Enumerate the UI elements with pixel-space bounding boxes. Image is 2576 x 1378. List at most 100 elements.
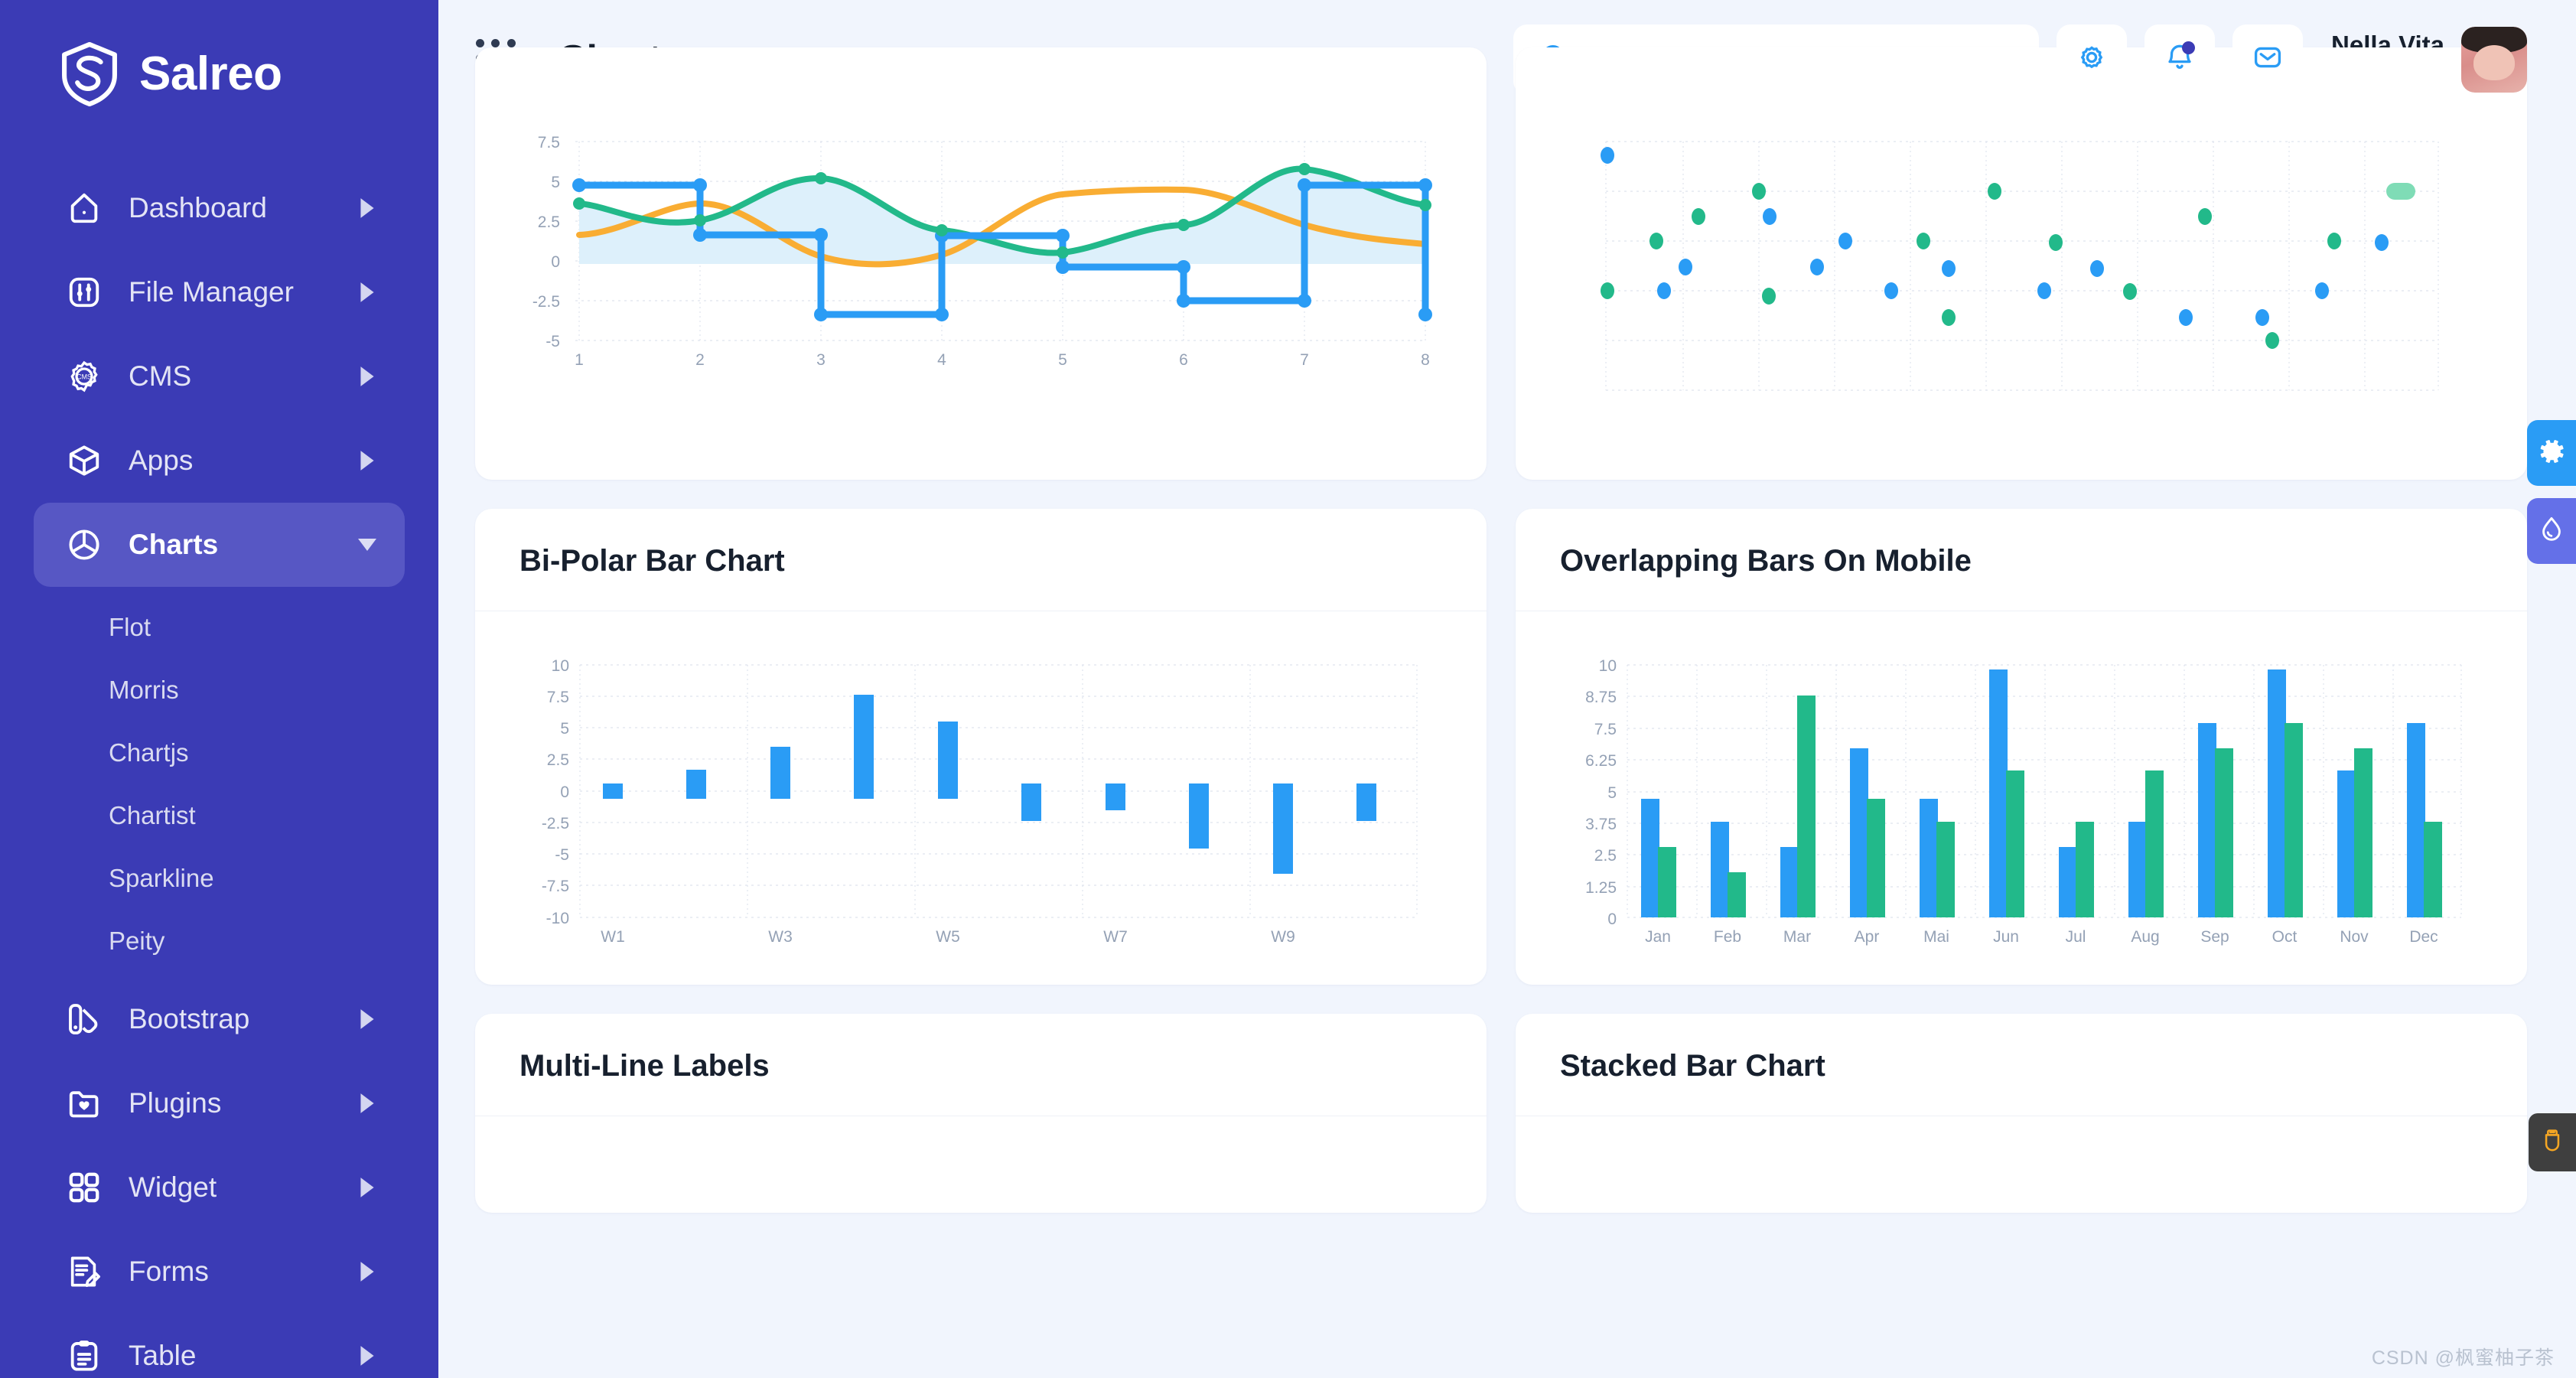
sidebar-item-file-manager[interactable]: File Manager (34, 250, 405, 334)
svg-text:8.75: 8.75 (1585, 689, 1617, 706)
sidebar-item-plugins[interactable]: Plugins (34, 1061, 405, 1145)
chart-wheel-icon (64, 525, 104, 565)
shield-s-logo-icon (60, 41, 119, 107)
submenu-item-chartjs[interactable]: Chartjs (0, 722, 438, 784)
submenu-item-chartist[interactable]: Chartist (0, 784, 438, 847)
sidebar-item-cms[interactable]: CMS CMS (34, 334, 405, 419)
bipolar-chart-body: 10 7.5 5 2.5 0 -2.5 -5 -7.5 -10 W1 W3 W5… (475, 611, 1487, 985)
svg-text:2.5: 2.5 (1594, 847, 1617, 865)
settings-fab[interactable] (2527, 420, 2576, 486)
form-pencil-icon (64, 1252, 104, 1292)
svg-text:-5: -5 (555, 846, 569, 864)
palette-icon (64, 999, 104, 1039)
svg-text:Jul: Jul (2066, 928, 2086, 946)
watermark: CSDN @枫蜜柚子茶 (2371, 1347, 2555, 1369)
svg-text:Apr: Apr (1855, 928, 1880, 946)
bipolar-bar-chart[interactable]: 10 7.5 5 2.5 0 -2.5 -5 -7.5 -10 W1 W3 W5… (506, 637, 1456, 959)
overlapping-chart-body: 10 8.75 7.5 6.25 5 3.75 2.5 1.25 0 Jan F… (1516, 611, 2527, 985)
line-step-chart[interactable]: 7.5 5 2.5 0 -2.5 -5 1 2 3 4 5 6 7 8 (506, 119, 1456, 478)
multiline-card-head: Multi-Line Labels (475, 1014, 1487, 1116)
messages-button[interactable] (2232, 24, 2304, 95)
svg-text:7: 7 (1300, 351, 1309, 369)
sidebar-item-table[interactable]: Table (34, 1314, 405, 1378)
chevron-right-icon (357, 365, 377, 388)
scatter-chart[interactable] (1546, 119, 2496, 478)
submenu-item-flot[interactable]: Flot (0, 596, 438, 659)
chevron-right-icon (357, 1092, 377, 1115)
card-title: Multi-Line Labels (519, 1049, 770, 1083)
app-root: Salreo Dashboard File Manager CMS CMS Ap… (0, 0, 2576, 1378)
stacked-card-head: Stacked Bar Chart (1516, 1014, 2527, 1116)
brand-name: Salreo (139, 47, 282, 100)
sidebar-nav: Dashboard File Manager CMS CMS Apps Char… (0, 119, 438, 1378)
usb-fab[interactable] (2529, 1113, 2576, 1171)
charts-submenu: Flot Morris Chartjs Chartist Sparkline P… (0, 587, 438, 977)
floating-action-stack (2527, 420, 2576, 564)
svg-text:6: 6 (1179, 351, 1188, 369)
svg-text:Mai: Mai (1923, 928, 1949, 946)
svg-text:2.5: 2.5 (547, 751, 569, 769)
svg-text:Aug: Aug (2131, 928, 2159, 946)
box-icon (64, 441, 104, 481)
charts-row-3: Multi-Line Labels Stacked Bar Chart (475, 1014, 2527, 1213)
brand[interactable]: Salreo (0, 0, 438, 119)
home-icon (64, 188, 104, 228)
svg-text:CMS: CMS (77, 373, 92, 381)
submenu-item-sparkline[interactable]: Sparkline (0, 847, 438, 910)
svg-text:Mar: Mar (1783, 928, 1811, 946)
card-title: Stacked Bar Chart (1560, 1049, 1825, 1083)
chevron-right-icon (357, 449, 377, 472)
sidebar-item-bootstrap[interactable]: Bootstrap (34, 977, 405, 1061)
svg-text:7.5: 7.5 (1594, 721, 1617, 738)
chevron-right-icon (357, 1008, 377, 1031)
usb-drive-icon (2539, 1128, 2565, 1158)
bipolar-bar-chart-card: Bi-Polar Bar Chart 10 7.5 5 2.5 0 -2.5 -… (475, 509, 1487, 985)
bipolar-bars (603, 695, 1376, 874)
svg-text:W9: W9 (1271, 928, 1295, 946)
chevron-right-icon (357, 1260, 377, 1283)
sidebar-item-apps[interactable]: Apps (34, 419, 405, 503)
svg-text:W5: W5 (936, 928, 960, 946)
svg-text:W3: W3 (768, 928, 793, 946)
cms-gear-icon: CMS (64, 357, 104, 396)
svg-text:6.25: 6.25 (1585, 752, 1617, 770)
sidebar-item-forms[interactable]: Forms (34, 1230, 405, 1314)
sidebar-item-charts[interactable]: Charts (34, 503, 405, 587)
svg-text:10: 10 (552, 657, 569, 675)
svg-text:5: 5 (1607, 784, 1617, 802)
submenu-item-peity[interactable]: Peity (0, 910, 438, 972)
sidebar-item-label: Apps (129, 445, 194, 476)
overlapping-bars-series-a (1641, 669, 2425, 917)
line-step-chart-body: 7.5 5 2.5 0 -2.5 -5 1 2 3 4 5 6 7 8 (475, 119, 1487, 480)
svg-text:W1: W1 (601, 928, 625, 946)
overlapping-bars-chart[interactable]: 10 8.75 7.5 6.25 5 3.75 2.5 1.25 0 Jan F… (1546, 637, 2496, 959)
multiline-chart-body (475, 1116, 1487, 1168)
sidebar-item-label: Bootstrap (129, 1003, 250, 1034)
svg-text:Jun: Jun (1993, 928, 2019, 946)
gear-icon (2537, 437, 2566, 470)
sidebar-item-label: File Manager (129, 276, 294, 308)
sidebar-item-dashboard[interactable]: Dashboard (34, 166, 405, 250)
sidebar-item-widget[interactable]: Widget (34, 1145, 405, 1230)
settings-button[interactable] (2057, 24, 2128, 95)
svg-text:1.25: 1.25 (1585, 879, 1617, 897)
card-title: Overlapping Bars On Mobile (1560, 544, 1972, 578)
svg-text:5: 5 (551, 174, 560, 191)
svg-text:Feb: Feb (1714, 928, 1741, 946)
notifications-button[interactable] (2144, 24, 2216, 95)
overlapping-card-head: Overlapping Bars On Mobile (1516, 509, 2527, 611)
submenu-item-morris[interactable]: Morris (0, 659, 438, 722)
svg-text:1: 1 (575, 351, 584, 369)
line-step-chart-card: 7.5 5 2.5 0 -2.5 -5 1 2 3 4 5 6 7 8 (475, 47, 1487, 480)
avatar[interactable] (2461, 26, 2527, 93)
svg-text:0: 0 (560, 783, 569, 801)
sidebar-item-label: Charts (129, 529, 219, 560)
scatter-blue-points (1601, 147, 2389, 326)
sidebar-item-label: CMS (129, 360, 192, 392)
svg-text:Sep: Sep (2200, 928, 2229, 946)
svg-text:5: 5 (1058, 351, 1067, 369)
svg-text:Dec: Dec (2409, 928, 2438, 946)
charts-row-1: 7.5 5 2.5 0 -2.5 -5 1 2 3 4 5 6 7 8 (475, 47, 2527, 480)
overlapping-bars-chart-card: Overlapping Bars On Mobile 10 8.75 7.5 6… (1516, 509, 2527, 985)
theme-fab[interactable] (2527, 498, 2576, 564)
